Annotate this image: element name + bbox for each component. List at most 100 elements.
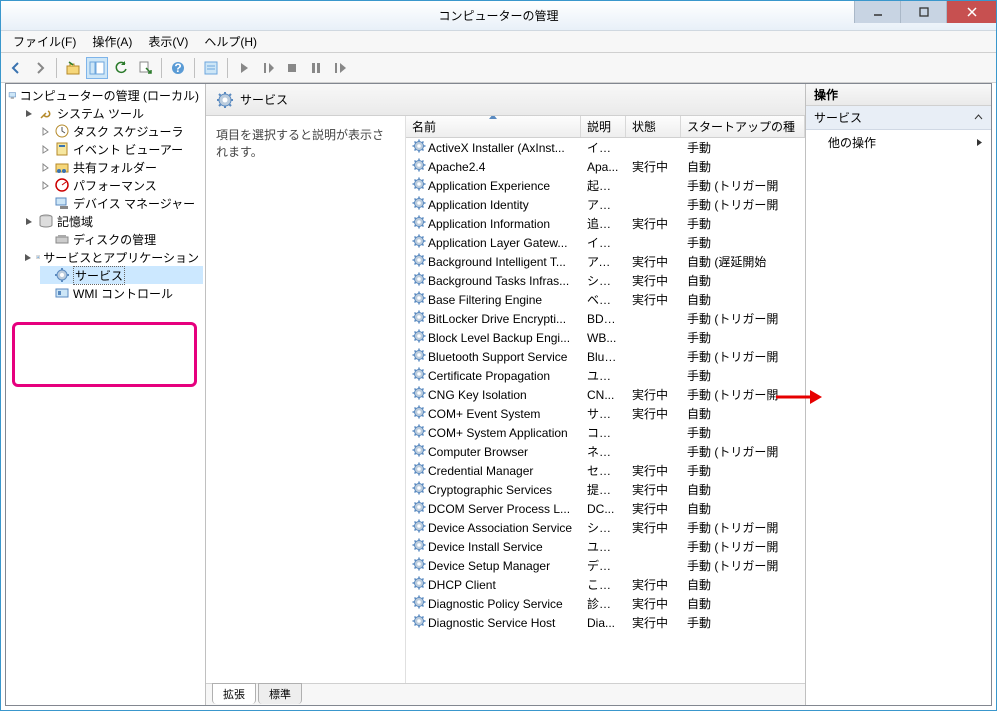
properties-button[interactable] [200, 57, 222, 79]
collapse-icon[interactable] [24, 216, 35, 227]
gear-icon [412, 424, 426, 441]
collapse-up-icon [974, 111, 983, 125]
maximize-button[interactable] [900, 1, 946, 23]
service-row[interactable]: Credential Managerセキ...実行中手動 [406, 461, 805, 480]
tree-disk-management[interactable]: ディスクの管理 [40, 230, 203, 248]
service-row[interactable]: Device Association Serviceシス...実行中手動 (トリ… [406, 518, 805, 537]
service-row[interactable]: Cryptographic Services提供...実行中自動 [406, 480, 805, 499]
service-row[interactable]: Apache2.4Apa...実行中自動 [406, 157, 805, 176]
list-rows[interactable]: ActiveX Installer (AxInst...イン...手動Apach… [406, 138, 805, 683]
gear-icon [412, 386, 426, 403]
tree-services-apps[interactable]: サービスとアプリケーション [24, 248, 203, 266]
start-service-button[interactable] [233, 57, 255, 79]
service-startup-cell: 自動 [681, 158, 805, 175]
minimize-button[interactable] [854, 1, 900, 23]
service-name-cell: COM+ Event System [406, 405, 581, 422]
service-row[interactable]: BitLocker Drive Encrypti...BDE...手動 (トリガ… [406, 309, 805, 328]
tree-root[interactable]: コンピューターの管理 (ローカル) [8, 86, 203, 104]
service-row[interactable]: Block Level Backup Engi...WB...手動 [406, 328, 805, 347]
tree-storage[interactable]: 記憶域 [24, 212, 203, 230]
service-startup-cell: 手動 [681, 424, 805, 441]
tree-performance[interactable]: パフォーマンス [40, 176, 203, 194]
tree-task-scheduler[interactable]: タスク スケジューラ [40, 122, 203, 140]
service-desc-cell: DC... [581, 502, 626, 516]
stop-service-button[interactable] [281, 57, 303, 79]
gear-icon [412, 367, 426, 384]
service-name-cell: Apache2.4 [406, 158, 581, 175]
service-row[interactable]: Application Identityアプリ...手動 (トリガー開 [406, 195, 805, 214]
service-status-cell: 実行中 [626, 500, 681, 517]
menu-action[interactable]: 操作(A) [86, 31, 138, 52]
service-row[interactable]: Certificate Propagationユー...手動 [406, 366, 805, 385]
service-name-cell: Background Tasks Infras... [406, 272, 581, 289]
show-hide-tree-button[interactable] [86, 57, 108, 79]
actions-section-services[interactable]: サービス [806, 106, 991, 130]
up-button[interactable] [62, 57, 84, 79]
expand-icon[interactable] [40, 144, 51, 155]
column-startup[interactable]: スタートアップの種 [681, 116, 805, 137]
service-row[interactable]: COM+ System Applicationコン...手動 [406, 423, 805, 442]
service-row[interactable]: Background Tasks Infras...シス...実行中自動 [406, 271, 805, 290]
gear-icon [412, 310, 426, 327]
service-status-cell: 実行中 [626, 595, 681, 612]
refresh-button[interactable] [110, 57, 132, 79]
service-desc-cell: アプリ... [581, 196, 626, 213]
expand-icon[interactable] [40, 180, 51, 191]
collapse-icon[interactable] [24, 252, 33, 263]
service-row[interactable]: DHCP Clientこの...実行中自動 [406, 575, 805, 594]
pause-service-button[interactable] [305, 57, 327, 79]
column-name[interactable]: 名前 [406, 116, 581, 137]
close-button[interactable] [946, 1, 996, 23]
service-row[interactable]: Diagnostic Service HostDia...実行中手動 [406, 613, 805, 632]
tab-extended[interactable]: 拡張 [212, 683, 256, 704]
main-content: コンピューターの管理 (ローカル) システム ツール タスク スケジューラ [5, 83, 992, 706]
tree-event-viewer[interactable]: イベント ビューアー [40, 140, 203, 158]
service-row[interactable]: Bluetooth Support ServiceBlue...手動 (トリガー… [406, 347, 805, 366]
gear-icon [412, 234, 426, 251]
service-status-cell: 実行中 [626, 576, 681, 593]
forward-button[interactable] [29, 57, 51, 79]
gear-icon [412, 557, 426, 574]
service-row[interactable]: Application Experience起動...手動 (トリガー開 [406, 176, 805, 195]
tree-wmi-control[interactable]: WMI コントロール [40, 284, 203, 302]
menu-file[interactable]: ファイル(F) [7, 31, 82, 52]
restart-service-button[interactable] [329, 57, 351, 79]
tree-services[interactable]: サービス [40, 266, 203, 284]
tree-device-manager[interactable]: デバイス マネージャー [40, 194, 203, 212]
service-row[interactable]: ActiveX Installer (AxInst...イン...手動 [406, 138, 805, 157]
menu-view[interactable]: 表示(V) [142, 31, 194, 52]
service-name-cell: Application Identity [406, 196, 581, 213]
tree-system-tools[interactable]: システム ツール [24, 104, 203, 122]
service-row[interactable]: CNG Key IsolationCN...実行中手動 (トリガー開 [406, 385, 805, 404]
service-row[interactable]: Device Install Serviceユー...手動 (トリガー開 [406, 537, 805, 556]
service-row[interactable]: Background Intelligent T...アイ...実行中自動 (遅… [406, 252, 805, 271]
collapse-icon[interactable] [24, 108, 35, 119]
service-row[interactable]: Computer Browserネット...手動 (トリガー開 [406, 442, 805, 461]
pause-play-button[interactable] [257, 57, 279, 79]
service-row[interactable]: Device Setup Managerデバ...手動 (トリガー開 [406, 556, 805, 575]
back-button[interactable] [5, 57, 27, 79]
service-row[interactable]: Diagnostic Policy Service診断...実行中自動 [406, 594, 805, 613]
service-row[interactable]: Application Information追加...実行中手動 [406, 214, 805, 233]
gear-icon [412, 215, 426, 232]
expand-icon[interactable] [40, 126, 51, 137]
column-desc[interactable]: 説明 [581, 116, 626, 137]
service-row[interactable]: Base Filtering Engineベー...実行中自動 [406, 290, 805, 309]
service-row[interactable]: COM+ Event Systemサポ...実行中自動 [406, 404, 805, 423]
gear-icon [412, 348, 426, 365]
expand-icon[interactable] [40, 162, 51, 173]
service-row[interactable]: Application Layer Gatew...イン...手動 [406, 233, 805, 252]
gear-icon [412, 272, 426, 289]
tab-standard[interactable]: 標準 [258, 683, 302, 704]
service-row[interactable]: DCOM Server Process L...DC...実行中自動 [406, 499, 805, 518]
export-button[interactable] [134, 57, 156, 79]
column-status[interactable]: 状態 [626, 116, 681, 137]
help-button[interactable]: ? [167, 57, 189, 79]
actions-other[interactable]: 他の操作 [806, 130, 991, 155]
tree-shared-folders[interactable]: 共有フォルダー [40, 158, 203, 176]
window-titlebar: コンピューターの管理 [1, 1, 996, 31]
service-startup-cell: 自動 [681, 272, 805, 289]
menu-help[interactable]: ヘルプ(H) [198, 31, 263, 52]
description-hint: 項目を選択すると説明が表示されます。 [216, 126, 395, 160]
service-name-cell: Cryptographic Services [406, 481, 581, 498]
